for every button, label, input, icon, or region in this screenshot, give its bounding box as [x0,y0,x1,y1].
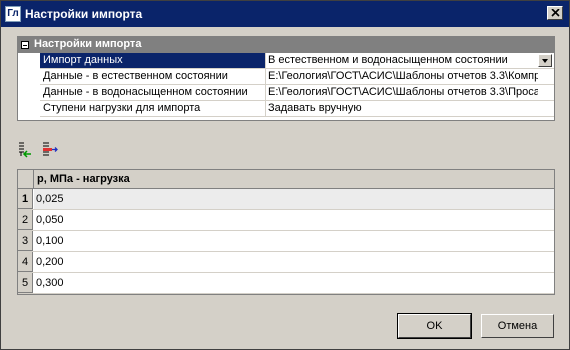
add-row-icon [19,142,31,158]
natural-data-path[interactable]: E:\Геология\ГОСТ\АСИС\Шаблоны отчетов 3.… [266,69,538,84]
dropdown-arrow-icon[interactable] [538,54,552,67]
row-gutter [18,85,40,101]
property-name: Данные - в естественном состоянии [40,69,266,84]
window-title: Настройки импорта [25,7,143,21]
property-row-load-steps[interactable]: Ступени нагрузки для импорта Задавать вр… [18,101,554,117]
saturated-data-path[interactable]: E:\Геология\ГОСТ\АСИС\Шаблоны отчетов 3.… [266,85,538,100]
load-cell[interactable]: 0,100 [34,231,554,251]
table-row[interactable]: 1 0,025 [18,189,554,210]
table-row[interactable]: 2 0,050 [18,210,554,231]
property-section-title: Настройки импорта [34,38,142,50]
property-row-import-data[interactable]: Импорт данных В естественном и водонасыщ… [18,53,554,69]
table-row[interactable]: 4 0,200 [18,252,554,273]
row-number[interactable]: 1 [18,189,33,209]
property-row-saturated-data[interactable]: Данные - в водонасыщенном состоянии E:\Г… [18,85,554,101]
load-cell[interactable]: 0,050 [34,210,554,230]
row-number[interactable]: 2 [18,210,33,230]
row-number[interactable]: 4 [18,252,33,272]
delete-row-icon [43,142,58,156]
property-row-natural-data[interactable]: Данные - в естественном состоянии E:\Гео… [18,69,554,85]
property-section-header[interactable]: Настройки импорта [18,37,554,53]
row-gutter [18,101,40,117]
row-gutter [18,69,40,85]
import-settings-dialog: Гл Настройки импорта Настройки импорта И… [0,0,570,350]
load-cell[interactable]: 0,025 [34,189,554,209]
property-grid: Настройки импорта Импорт данных В естест… [17,36,555,121]
table-row[interactable]: 3 0,100 [18,231,554,252]
load-grid: p, МПа - нагрузка 1 0,025 2 0,050 3 0,10… [17,169,555,295]
property-name: Данные - в водонасыщенном состоянии [40,85,266,100]
column-header-load[interactable]: p, МПа - нагрузка [34,170,554,188]
row-gutter [18,53,40,69]
property-name: Ступени нагрузки для импорта [40,101,266,116]
ok-button[interactable]: OK [397,313,472,339]
delete-row-button[interactable] [41,141,59,159]
table-row[interactable]: 5 0,300 [18,273,554,294]
cancel-button[interactable]: Отмена [481,314,554,338]
close-icon [551,9,560,17]
load-steps-value[interactable]: Задавать вручную [266,101,538,116]
property-name: Импорт данных [40,53,266,68]
add-row-button[interactable] [17,141,35,159]
app-icon: Гл [5,6,21,22]
grid-corner [18,170,34,188]
title-bar[interactable]: Гл Настройки импорта [1,1,569,27]
collapse-icon[interactable] [21,41,29,49]
close-button[interactable] [547,6,563,20]
load-cell[interactable]: 0,300 [34,273,554,293]
row-number[interactable]: 3 [18,231,33,251]
grid-header: p, МПа - нагрузка [18,170,554,189]
import-data-select[interactable]: В естественном и водонасыщенном состояни… [266,53,538,68]
row-number[interactable]: 5 [18,273,33,293]
load-cell[interactable]: 0,200 [34,252,554,272]
